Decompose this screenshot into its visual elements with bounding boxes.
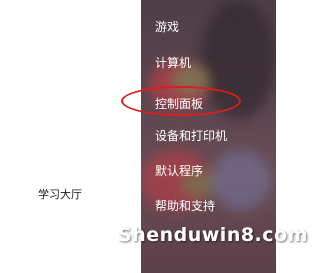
menu-item-games[interactable]: 游戏 (155, 18, 179, 35)
wallpaper-blob (211, 150, 271, 210)
menu-item-devices-and-printers[interactable]: 设备和打印机 (155, 127, 227, 144)
highlight-ellipse-annotation (121, 86, 241, 116)
recent-program-item[interactable]: 学习大厅 (38, 186, 82, 202)
watermark-logo: Shenduwin8.com (118, 224, 308, 246)
menu-item-help-and-support[interactable]: 帮助和支持 (155, 197, 215, 214)
menu-item-computer[interactable]: 计算机 (155, 54, 191, 71)
menu-item-default-programs[interactable]: 默认程序 (155, 162, 203, 179)
